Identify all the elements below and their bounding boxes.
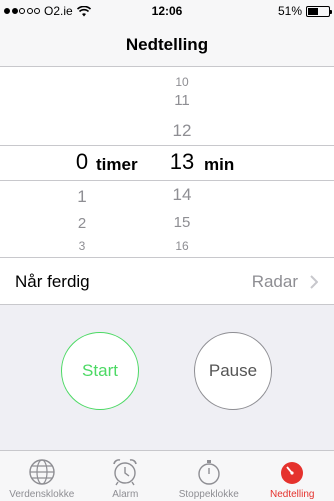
minutes-selected-value: 13 bbox=[169, 149, 195, 174]
status-bar: O2.ie 12:06 51% bbox=[0, 0, 334, 22]
minutes-option[interactable]: 12 bbox=[162, 121, 202, 141]
tab-alarm[interactable]: Alarm bbox=[84, 451, 168, 501]
tab-timer[interactable]: Nedtelling bbox=[251, 451, 334, 501]
timer-icon bbox=[281, 462, 304, 484]
tab-stopwatch[interactable]: Stoppeklokke bbox=[167, 451, 251, 501]
when-finished-row[interactable]: Når ferdig Radar bbox=[0, 257, 334, 305]
hours-option[interactable]: 2 bbox=[62, 215, 102, 232]
when-finished-value: Radar bbox=[251, 272, 298, 291]
start-button[interactable]: Start bbox=[61, 332, 139, 410]
minutes-option[interactable]: 16 bbox=[162, 239, 202, 253]
tab-label: Nedtelling bbox=[270, 489, 315, 500]
tab-label: Stoppeklokke bbox=[178, 489, 239, 500]
hours-unit-label: timer bbox=[96, 155, 138, 174]
pause-button[interactable]: Pause bbox=[194, 332, 272, 410]
battery-fill bbox=[308, 7, 319, 15]
tab-label: Alarm bbox=[112, 489, 139, 500]
stopwatch-icon bbox=[198, 460, 220, 485]
tab-world-clock[interactable]: Verdensklokke bbox=[0, 451, 84, 501]
minutes-wheel[interactable]: 10 11 12 13 14 15 16 min bbox=[160, 67, 250, 257]
countdown-picker[interactable]: 0 1 2 3 timer 10 11 12 13 14 15 16 min bbox=[0, 67, 334, 257]
tab-bar: Verdensklokke Alarm Stoppeklokke Nedtell… bbox=[0, 450, 334, 501]
minutes-option[interactable]: 11 bbox=[162, 92, 202, 109]
minutes-unit-label: min bbox=[204, 155, 235, 174]
alarm-clock-icon bbox=[113, 459, 138, 486]
minutes-option[interactable]: 10 bbox=[162, 75, 202, 89]
minutes-option[interactable]: 14 bbox=[162, 185, 202, 205]
when-finished-label: Når ferdig bbox=[15, 272, 90, 291]
page-title: Nedtelling bbox=[125, 35, 209, 54]
hours-option[interactable]: 1 bbox=[62, 187, 102, 207]
battery-icon bbox=[306, 5, 332, 17]
navigation-bar: Nedtelling bbox=[0, 22, 334, 67]
status-right: 51% bbox=[277, 4, 332, 18]
timer-controls: Start Pause bbox=[0, 305, 334, 450]
globe-icon bbox=[29, 459, 55, 485]
chevron-right-icon bbox=[310, 275, 318, 289]
battery-percent: 51% bbox=[277, 4, 302, 18]
minutes-option[interactable]: 15 bbox=[162, 214, 202, 231]
hours-wheel[interactable]: 0 1 2 3 timer bbox=[60, 67, 150, 257]
hours-option[interactable]: 3 bbox=[62, 239, 102, 253]
tab-label: Verdensklokke bbox=[9, 489, 75, 500]
